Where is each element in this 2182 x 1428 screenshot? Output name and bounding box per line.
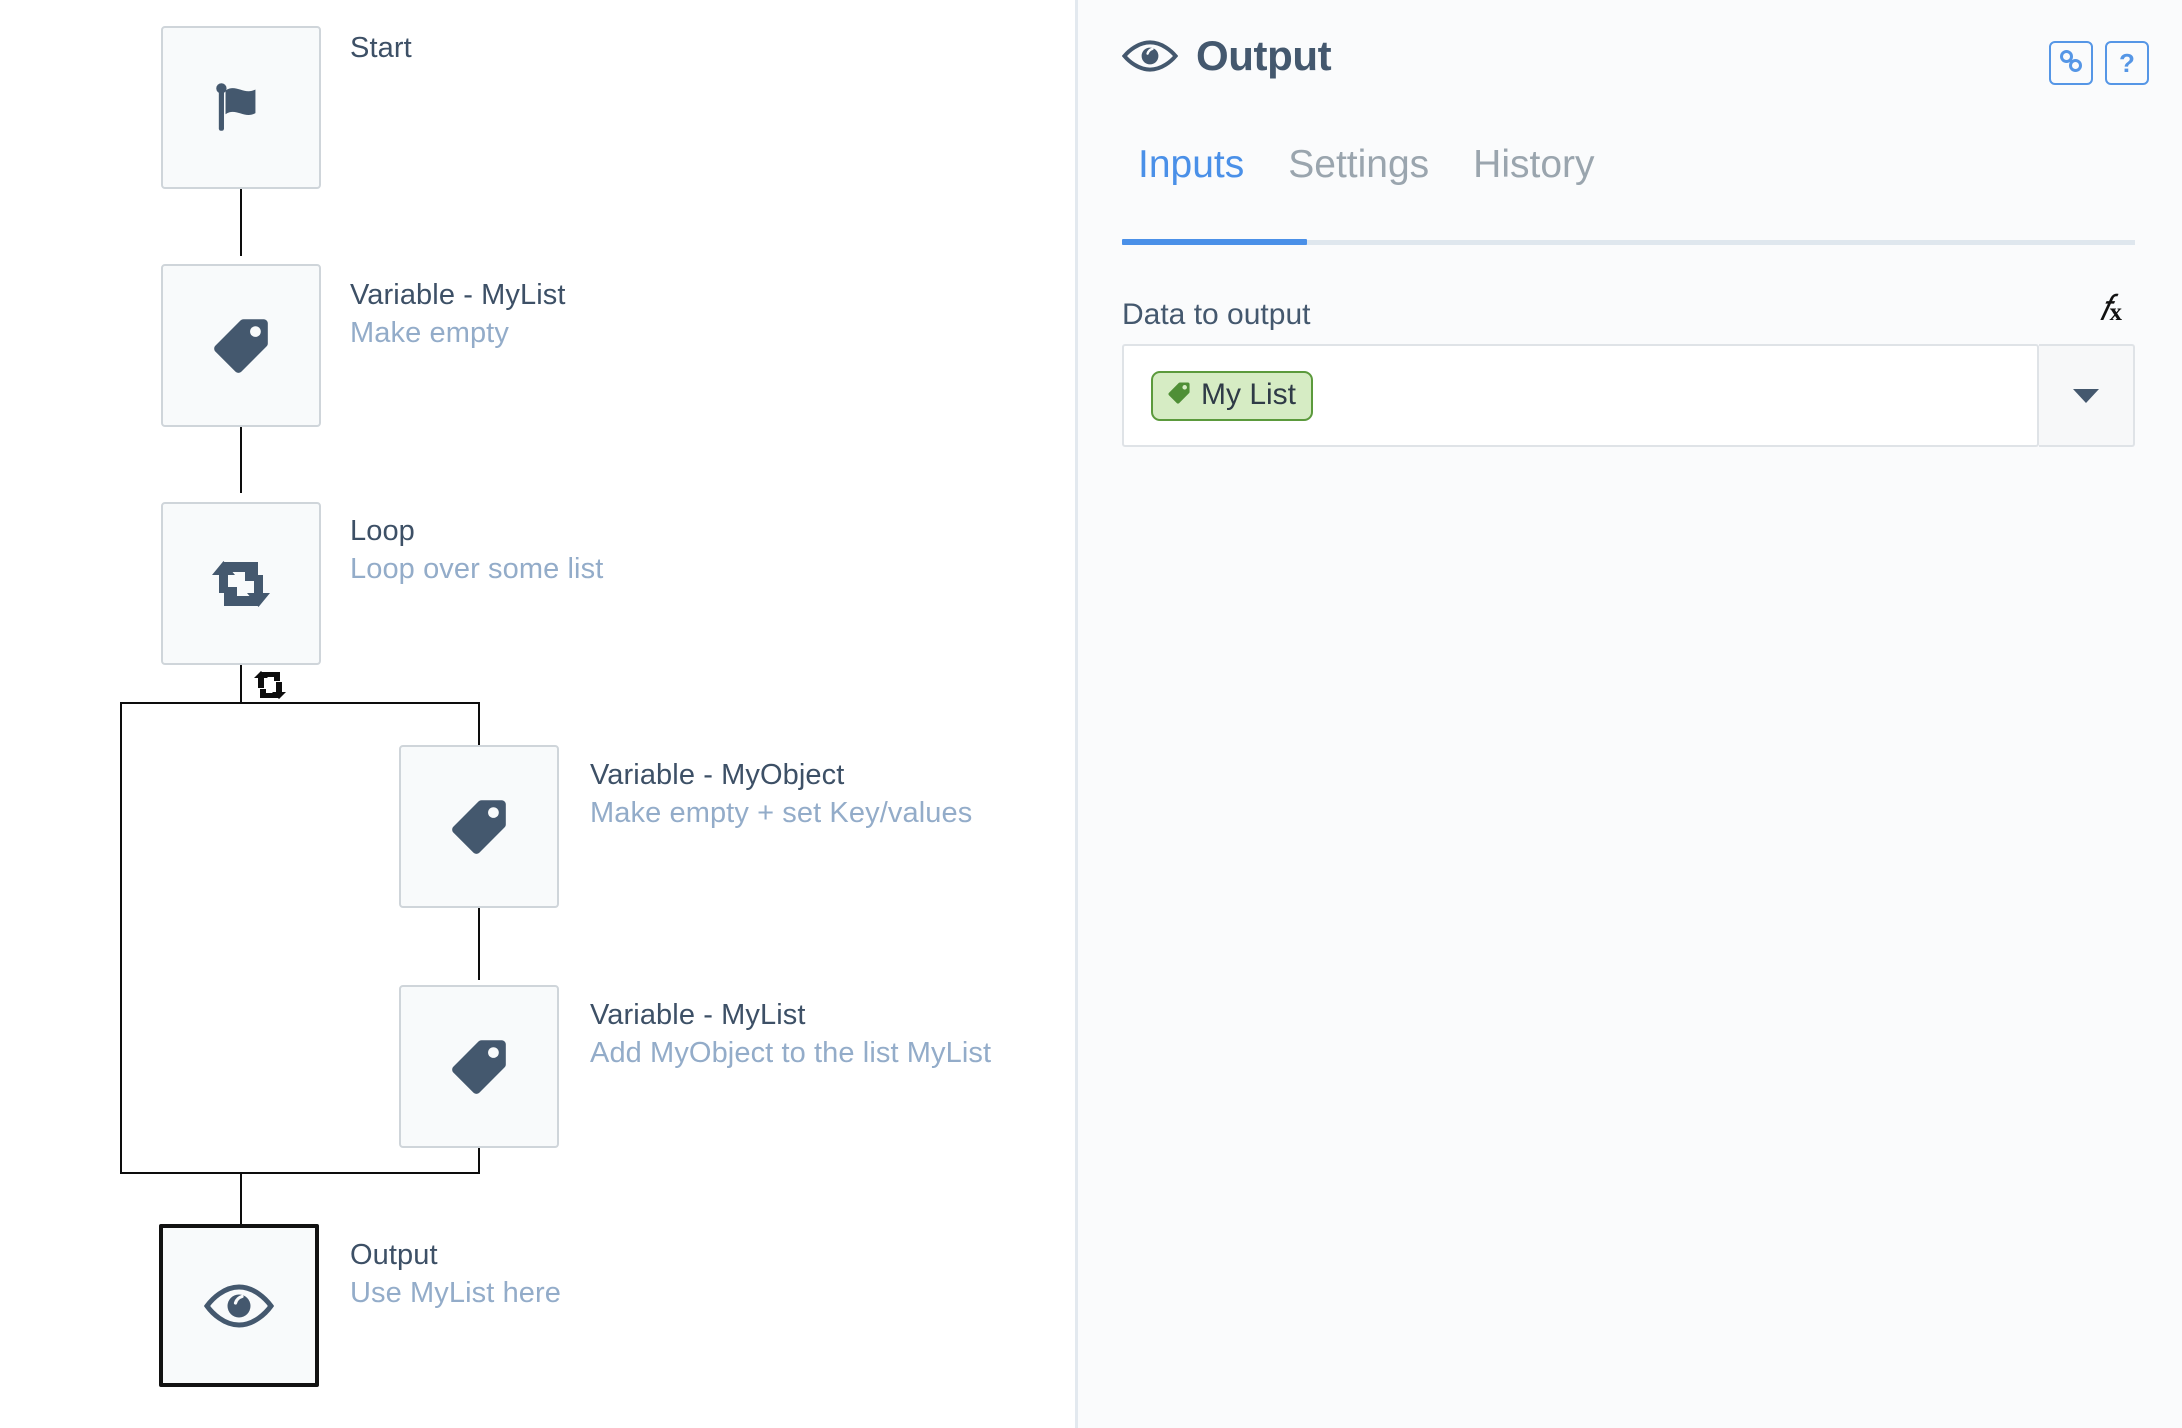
node-variable-mylist-label: Variable - MyList Make empty <box>350 278 566 350</box>
field-control: My List <box>1122 344 2135 447</box>
node-loop-title: Loop <box>350 515 415 547</box>
node-variable-mylist-add[interactable] <box>399 985 559 1148</box>
node-variable-myobject[interactable] <box>399 745 559 908</box>
tag-icon <box>446 794 512 860</box>
variable-chip-my-list[interactable]: My List <box>1151 370 1314 421</box>
loop-icon <box>206 551 276 617</box>
data-to-output-input[interactable]: My List <box>1122 344 2039 447</box>
help-button[interactable]: ? <box>2105 41 2149 85</box>
field-label-row: Data to output 𝑓x <box>1122 290 2135 331</box>
tag-icon <box>1166 380 1192 411</box>
header-actions: ? <box>2049 41 2149 85</box>
field-label: Data to output <box>1122 298 1311 331</box>
data-to-output-dropdown[interactable] <box>2039 344 2135 447</box>
tag-icon <box>446 1034 512 1100</box>
node-output-label: Output Use MyList here <box>350 1238 561 1310</box>
node-variable-mylist[interactable] <box>161 264 321 427</box>
node-start[interactable] <box>161 26 321 189</box>
loop-bracket-left <box>120 702 122 1174</box>
link-button[interactable] <box>2049 41 2093 85</box>
detail-panel: Output ? Inputs Settings History Data to… <box>1075 0 2182 1428</box>
node-output[interactable] <box>159 1224 319 1387</box>
page-title: Output <box>1196 32 1332 79</box>
node-output-subtitle: Use MyList here <box>350 1277 562 1310</box>
node-output-title: Output <box>350 1239 438 1271</box>
tab-settings[interactable]: Settings <box>1266 145 1451 210</box>
field-data-to-output: Data to output 𝑓x My List <box>1122 290 2135 447</box>
tag-icon <box>208 313 274 379</box>
node-variable-myobject-title: Variable - MyObject <box>590 759 845 791</box>
chevron-down-icon <box>2073 388 2099 403</box>
node-loop-subtitle: Loop over some list <box>350 553 604 586</box>
node-start-title: Start <box>350 32 412 64</box>
loop-bracket-bottom <box>120 1172 480 1174</box>
node-variable-myobject-subtitle: Make empty + set Key/values <box>590 797 973 830</box>
node-variable-mylist-subtitle: Make empty <box>350 317 509 350</box>
tab-inputs[interactable]: Inputs <box>1122 145 1266 210</box>
link-icon <box>2058 48 2084 78</box>
eye-icon <box>204 1282 274 1330</box>
node-variable-mylist-add-subtitle: Add MyObject to the list MyList <box>590 1037 992 1070</box>
connector-bracket-to-out <box>240 1172 242 1224</box>
connector-var1-to-loop <box>240 427 242 493</box>
workflow-editor: Start Variable - MyList Make empty Loop … <box>0 0 2182 1428</box>
node-start-label: Start <box>350 31 412 65</box>
loop-repeat-icon <box>250 668 290 702</box>
flag-icon <box>208 75 274 141</box>
connector-loop-to-bracket <box>240 665 242 703</box>
loop-bracket-top <box>120 702 480 704</box>
panel-divider[interactable] <box>1075 0 1078 1428</box>
node-variable-myobject-label: Variable - MyObject Make empty + set Key… <box>590 758 972 830</box>
tabs-active-indicator <box>1122 239 1307 245</box>
node-loop[interactable] <box>161 502 321 665</box>
chip-label: My List <box>1201 378 1297 411</box>
panel-header: Output <box>1122 32 1332 80</box>
fx-icon[interactable]: 𝑓x <box>2099 290 2122 326</box>
node-variable-mylist-add-label: Variable - MyList Add MyObject to the li… <box>590 998 991 1070</box>
flow-canvas[interactable]: Start Variable - MyList Make empty Loop … <box>0 0 1075 1428</box>
eye-icon <box>1122 39 1178 73</box>
node-loop-label: Loop Loop over some list <box>350 514 603 586</box>
tab-history[interactable]: History <box>1451 145 1616 210</box>
panel-tabs: Inputs Settings History <box>1122 145 2182 210</box>
node-variable-mylist-title: Variable - MyList <box>350 279 566 311</box>
node-variable-mylist-add-title: Variable - MyList <box>590 999 806 1031</box>
connector-start-to-var1 <box>240 189 242 256</box>
